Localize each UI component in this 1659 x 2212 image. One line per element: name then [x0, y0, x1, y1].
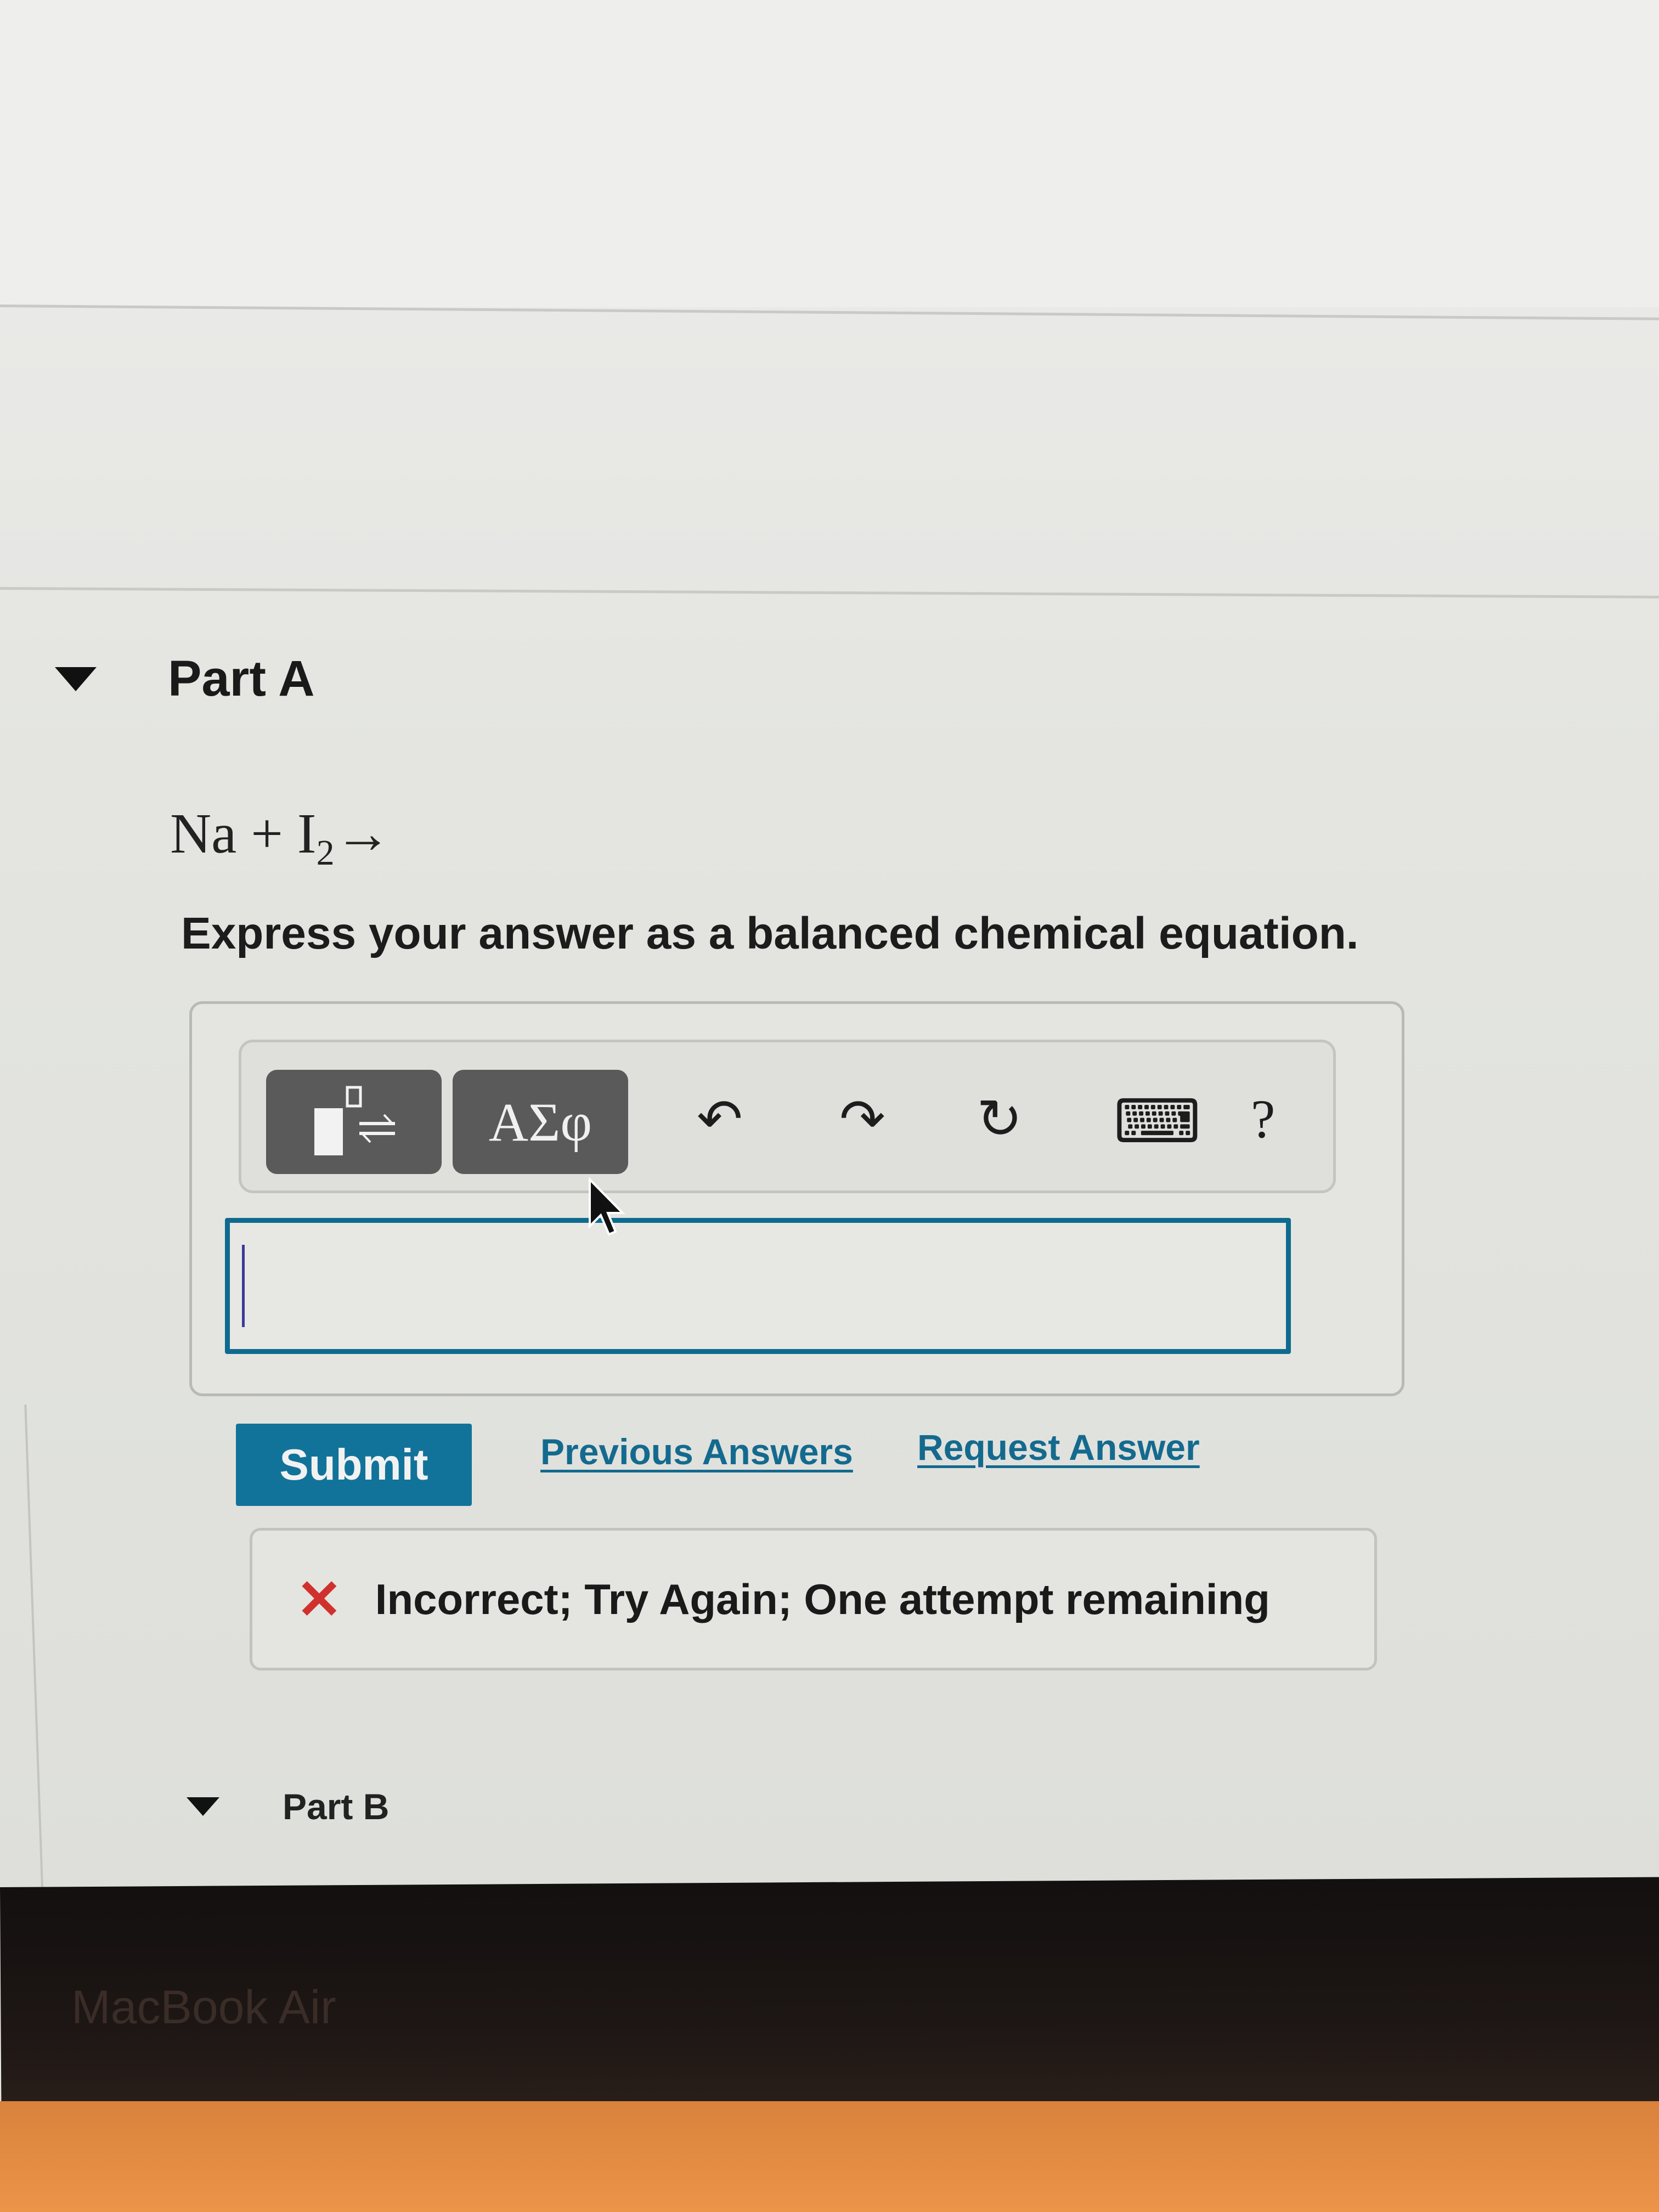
help-icon[interactable]: ? [1251, 1092, 1275, 1147]
chemical-equation: Na + I2→ [170, 801, 392, 874]
blank-content-area [0, 0, 1659, 307]
desk-surface [0, 2101, 1659, 2212]
feedback-message: Incorrect; Try Again; One attempt remain… [375, 1575, 1270, 1623]
reactant-iodine: I [297, 802, 317, 865]
text-cursor [242, 1245, 245, 1327]
part-b-header[interactable]: Part B [187, 1786, 389, 1827]
mouse-pointer-icon [589, 1177, 625, 1236]
collapse-caret-icon[interactable] [187, 1797, 219, 1816]
template-button[interactable] [266, 1070, 442, 1174]
undo-icon[interactable]: ↶ [697, 1092, 743, 1147]
part-a-header[interactable]: Part A [55, 650, 315, 708]
reset-icon[interactable]: ↻ [977, 1092, 1023, 1147]
divider [0, 587, 1659, 599]
math-toolbar: ΑΣφ ↶ ↷ ↻ ⌨ ? [239, 1040, 1336, 1193]
keyboard-icon[interactable]: ⌨ [1114, 1092, 1201, 1152]
reactant-sodium: Na [170, 802, 237, 865]
feedback-box: ✕ Incorrect; Try Again; One attempt rema… [250, 1528, 1377, 1671]
reaction-arrow: → [334, 802, 392, 865]
request-answer-link[interactable]: Request Answer [917, 1426, 1200, 1468]
incorrect-x-icon: ✕ [296, 1568, 342, 1630]
section-border [24, 1404, 44, 1898]
part-b-title: Part B [283, 1786, 390, 1827]
submit-button[interactable]: Submit [236, 1424, 472, 1506]
greek-symbols-button[interactable]: ΑΣφ [453, 1070, 628, 1174]
part-a-title: Part A [168, 651, 315, 707]
bezel-label: MacBook Air [71, 1981, 336, 2034]
answer-box: ΑΣφ ↶ ↷ ↻ ⌨ ? [189, 1001, 1404, 1396]
template-icon [314, 1086, 395, 1155]
collapse-caret-icon[interactable] [55, 667, 97, 691]
browser-screen: Part A Na + I2→ Express your answer as a… [0, 0, 1659, 1898]
redo-icon[interactable]: ↷ [839, 1092, 885, 1147]
subscript: 2 [316, 833, 335, 873]
instruction-text: Express your answer as a balanced chemic… [181, 909, 1359, 958]
answer-input[interactable] [225, 1218, 1291, 1354]
plus-sign: + [251, 802, 283, 865]
previous-answers-link[interactable]: Previous Answers [540, 1431, 853, 1472]
